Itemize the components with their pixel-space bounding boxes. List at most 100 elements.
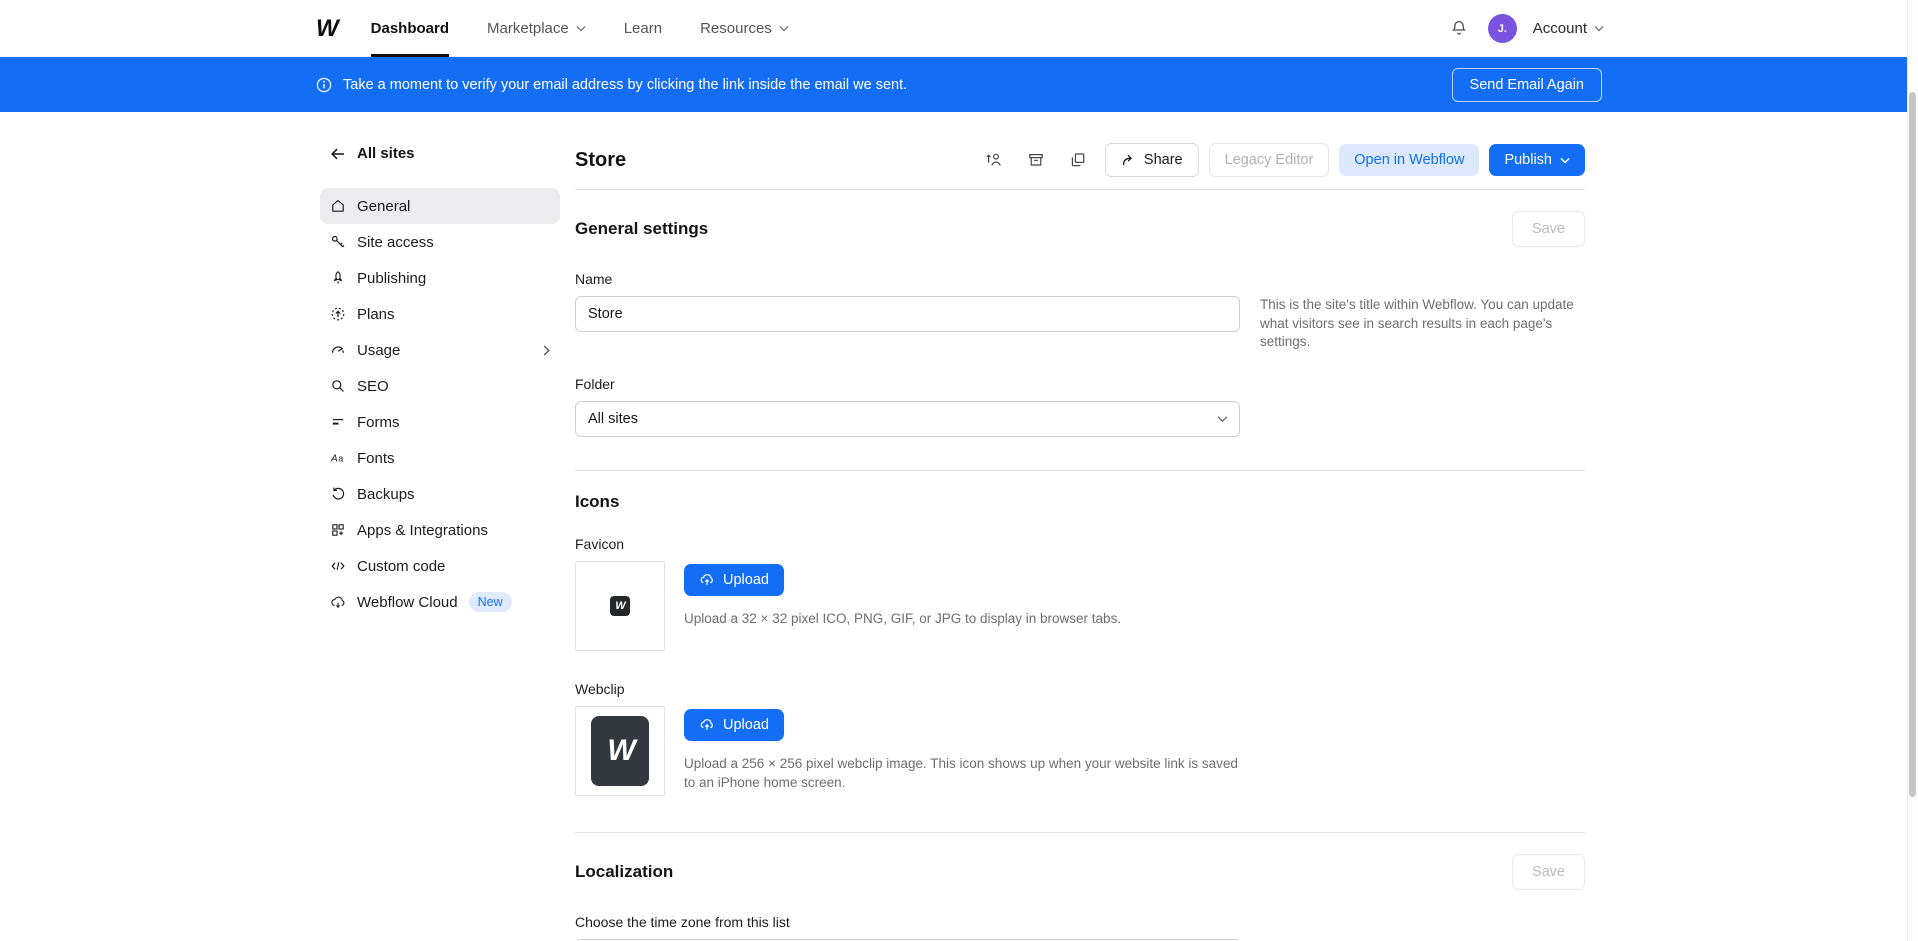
- nav-item-dashboard[interactable]: Dashboard: [371, 0, 449, 57]
- send-email-again-button[interactable]: Send Email Again: [1452, 68, 1602, 102]
- archive-icon[interactable]: [1021, 145, 1051, 175]
- sidebar-item-label: Forms: [357, 414, 400, 431]
- favicon-preview: W: [575, 561, 665, 651]
- webclip-image: W: [591, 716, 649, 786]
- key-icon: [330, 234, 346, 250]
- sidebar-item-publishing[interactable]: Publishing: [320, 260, 560, 296]
- folder-label: Folder: [575, 376, 1585, 392]
- email-verification-banner: Take a moment to verify your email addre…: [0, 57, 1918, 112]
- home-icon: [330, 198, 346, 214]
- account-menu[interactable]: Account: [1533, 20, 1604, 37]
- settings-sidebar: All sites General Site access Publishing: [320, 112, 560, 941]
- back-to-all-sites[interactable]: All sites: [320, 145, 560, 162]
- favicon-description: Upload a 32 × 32 pixel ICO, PNG, GIF, or…: [684, 609, 1121, 629]
- notifications-bell-icon[interactable]: [1450, 19, 1468, 38]
- sidebar-item-plans[interactable]: Plans: [320, 296, 560, 332]
- favicon-logo-glyph: W: [615, 600, 624, 612]
- nav-item-learn[interactable]: Learn: [624, 0, 662, 57]
- nav-item-label: Resources: [700, 20, 772, 37]
- banner-message: Take a moment to verify your email addre…: [343, 77, 907, 93]
- webclip-description: Upload a 256 × 256 pixel webclip image. …: [684, 754, 1249, 793]
- webclip-upload-col: Upload Upload a 256 × 256 pixel webclip …: [684, 706, 1249, 793]
- general-settings-header: General settings Save: [575, 211, 1585, 247]
- upload-cloud-icon: [699, 572, 715, 587]
- nav-item-marketplace[interactable]: Marketplace: [487, 0, 586, 57]
- upload-cloud-icon: [699, 717, 715, 732]
- transfer-site-icon[interactable]: [979, 145, 1009, 175]
- general-save-button[interactable]: Save: [1512, 211, 1585, 247]
- sidebar-item-label: Fonts: [357, 450, 395, 467]
- favicon-row: W Upload Upload a 32 × 32 pixel ICO, PNG…: [575, 561, 1585, 651]
- share-button[interactable]: Share: [1105, 143, 1199, 177]
- favicon-upload-col: Upload Upload a 32 × 32 pixel ICO, PNG, …: [684, 561, 1121, 629]
- site-header: Store Share Legacy Editor Open in Webflo…: [575, 143, 1585, 177]
- divider: [575, 470, 1585, 471]
- cloud-icon: [330, 594, 346, 610]
- nav-item-label: Marketplace: [487, 20, 569, 37]
- sidebar-item-label: Backups: [357, 486, 415, 503]
- sidebar-item-usage[interactable]: Usage: [320, 332, 560, 368]
- webclip-label: Webclip: [575, 681, 1585, 697]
- divider: [575, 189, 1585, 190]
- sidebar-item-label: SEO: [357, 378, 389, 395]
- duplicate-icon[interactable]: [1063, 145, 1093, 175]
- sidebar-item-forms[interactable]: Forms: [320, 404, 560, 440]
- info-icon: [316, 77, 332, 93]
- sidebar-item-label: Custom code: [357, 558, 445, 575]
- fonts-aa-icon: Aa: [330, 450, 346, 466]
- avatar-initials: J.: [1498, 23, 1507, 35]
- publish-button[interactable]: Publish: [1489, 144, 1585, 176]
- sidebar-item-apps-integrations[interactable]: Apps & Integrations: [320, 512, 560, 548]
- sidebar-item-site-access[interactable]: Site access: [320, 224, 560, 260]
- webflow-logo-glyph: W: [316, 15, 337, 43]
- sidebar-item-fonts[interactable]: Aa Fonts: [320, 440, 560, 476]
- legacy-editor-button[interactable]: Legacy Editor: [1209, 143, 1330, 177]
- site-name-input[interactable]: [575, 296, 1240, 332]
- favicon-image: W: [610, 596, 630, 616]
- folder-select[interactable]: All sites: [575, 401, 1240, 437]
- nav-item-resources[interactable]: Resources: [700, 0, 789, 57]
- scrollbar-track[interactable]: [1907, 0, 1918, 941]
- name-field-col: [575, 296, 1240, 332]
- header-actions: Share Legacy Editor Open in Webflow Publ…: [979, 143, 1585, 177]
- arrow-left-icon: [330, 147, 346, 161]
- webflow-logo[interactable]: W: [316, 0, 337, 57]
- section-title-localization: Localization: [575, 862, 673, 882]
- svg-text:A: A: [330, 454, 338, 465]
- sidebar-item-general[interactable]: General: [320, 188, 560, 224]
- webclip-preview: W: [575, 706, 665, 796]
- nav-links: Dashboard Marketplace Learn Resources: [371, 0, 789, 57]
- back-label: All sites: [357, 145, 415, 162]
- sidebar-item-seo[interactable]: SEO: [320, 368, 560, 404]
- favicon-upload-button[interactable]: Upload: [684, 564, 784, 596]
- gauge-icon: [330, 342, 346, 358]
- sidebar-item-backups[interactable]: Backups: [320, 476, 560, 512]
- scrollbar-thumb[interactable]: [1909, 92, 1916, 797]
- upload-label: Upload: [723, 572, 769, 588]
- sidebar-item-custom-code[interactable]: Custom code: [320, 548, 560, 584]
- avatar[interactable]: J.: [1488, 14, 1517, 43]
- banner-message-group: Take a moment to verify your email addre…: [316, 77, 907, 93]
- localization-header: Localization Save: [575, 854, 1585, 890]
- account-label: Account: [1533, 20, 1587, 37]
- webclip-row: W Upload Upload a 256 × 256 pixel webcli…: [575, 706, 1585, 796]
- open-in-webflow-button[interactable]: Open in Webflow: [1339, 144, 1479, 176]
- webclip-upload-button[interactable]: Upload: [684, 709, 784, 741]
- sidebar-item-label: Publishing: [357, 270, 426, 287]
- nav-right: J. Account: [1450, 0, 1604, 57]
- publish-label: Publish: [1504, 152, 1552, 168]
- page-title: Store: [575, 149, 626, 172]
- section-title-general-settings: General settings: [575, 219, 708, 239]
- sidebar-item-label: Site access: [357, 234, 434, 251]
- timezone-label: Choose the time zone from this list: [575, 914, 1585, 930]
- sidebar-item-webflow-cloud[interactable]: Webflow Cloud New: [320, 584, 560, 620]
- sidebar-item-label: General: [357, 198, 410, 215]
- chevron-down-icon: [779, 25, 789, 32]
- upload-label: Upload: [723, 717, 769, 733]
- webclip-logo-glyph: W: [607, 734, 632, 768]
- divider: [575, 832, 1585, 833]
- share-arrow-icon: [1121, 153, 1136, 167]
- localization-save-button[interactable]: Save: [1512, 854, 1585, 890]
- chevron-down-icon: [1560, 157, 1570, 164]
- search-icon: [330, 378, 346, 394]
